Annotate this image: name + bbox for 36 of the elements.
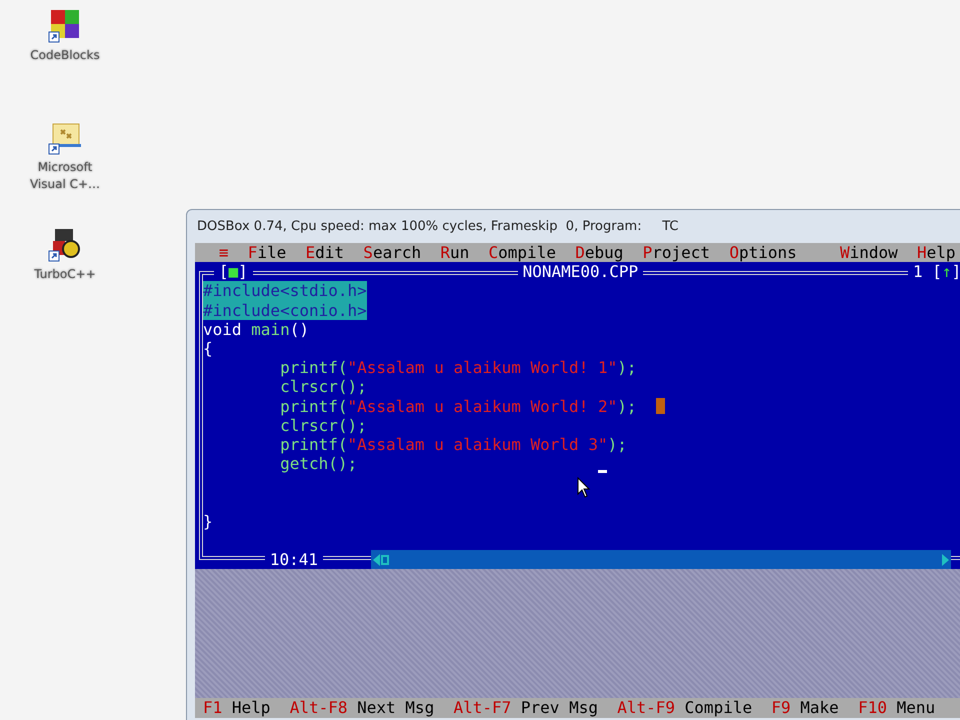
shortcut-hint[interactable]: F1 Help	[203, 698, 270, 718]
menu-item[interactable]: Debug	[570, 243, 628, 262]
menu-item[interactable]: File	[242, 243, 292, 262]
code-line: clrscr();	[280, 416, 367, 435]
code-line: getch();	[280, 454, 358, 474]
code-line: printf("Assalam u alaikum World 3");	[280, 434, 627, 454]
zoom-box[interactable]: [↑]	[927, 262, 960, 282]
icon-label: CodeBlocks	[30, 47, 100, 64]
code-line: {	[203, 338, 213, 358]
menu-item[interactable]: Project	[638, 243, 715, 262]
close-box[interactable]: [■]	[214, 262, 253, 282]
menu-item[interactable]: Edit	[300, 243, 349, 262]
code-line: printf("Assalam u alaikum World! 1");	[280, 358, 636, 378]
code-line: clrscr();	[280, 377, 367, 397]
shortcut-hint[interactable]: F10 Menu	[858, 698, 936, 718]
shortcut-hint[interactable]: Alt-F9 Compile	[617, 698, 752, 718]
menu-item[interactable]: Window	[835, 243, 903, 262]
horizontal-scrollbar[interactable]	[370, 550, 951, 570]
menu-item[interactable]: Options	[724, 243, 802, 262]
code-line: void main()	[203, 320, 309, 339]
menu-item[interactable]: Search	[358, 243, 426, 262]
icon-label: Microsoft Visual C+…	[28, 159, 102, 193]
mouse-pointer-icon	[577, 477, 591, 500]
code-line: }	[203, 512, 213, 531]
window-title: DOSBox 0.74, Cpu speed: max 100% cycles, Frameskip 0, Program: TC	[196, 219, 678, 234]
turbo-icon[interactable]	[47, 227, 83, 263]
scroll-left-icon[interactable]	[370, 552, 391, 568]
shortcut-hint[interactable]: F9 Make	[771, 698, 839, 718]
menu-item[interactable]: Compile	[484, 243, 561, 262]
code-line: printf("Assalam u alaikum World! 2");	[280, 396, 636, 416]
scroll-right-icon[interactable]	[940, 552, 951, 568]
menu-item[interactable]: Run	[436, 243, 474, 262]
icon-label: TurboC++	[34, 266, 96, 283]
menu-item[interactable]: Help	[912, 243, 960, 262]
shortcut-hint[interactable]: Alt-F7 Prev Msg	[453, 698, 598, 718]
shortcut-hint[interactable]: Alt-F8 Next Msg	[290, 698, 434, 718]
